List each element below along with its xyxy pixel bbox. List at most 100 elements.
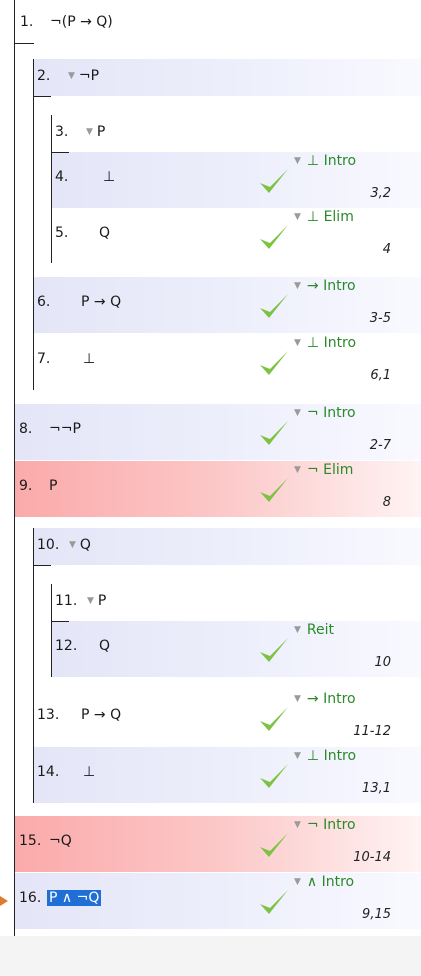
- rule-references[interactable]: 6,1: [370, 368, 391, 383]
- dropdown-triangle-icon[interactable]: ▼: [294, 694, 301, 704]
- formula[interactable]: ⊥: [83, 351, 95, 367]
- proof-line[interactable]: 13. P → Q ▼ → Intro 11-12: [33, 690, 421, 746]
- collapse-triangle-icon[interactable]: ▼: [68, 71, 75, 81]
- rule-selector[interactable]: ▼ ¬ Intro: [294, 817, 356, 833]
- line-number: 7.: [37, 351, 51, 367]
- proof-line[interactable]: 7. ⊥ ▼ ⊥ Intro 6,1: [33, 334, 421, 390]
- collapse-triangle-icon[interactable]: ▼: [87, 596, 94, 606]
- formula[interactable]: ¬¬P: [49, 421, 81, 437]
- formula-selected[interactable]: P ∧ ¬Q: [47, 890, 102, 906]
- rule-references[interactable]: 9,15: [362, 907, 391, 922]
- rule-label: ∧ Intro: [306, 874, 355, 890]
- rule-label: ¬ Intro: [306, 817, 356, 833]
- dropdown-triangle-icon[interactable]: ▼: [294, 625, 301, 635]
- rule-selector[interactable]: ▼ ⊥ Intro: [294, 748, 356, 764]
- rule-selector[interactable]: ▼ ∧ Intro: [294, 874, 354, 890]
- check-icon: [260, 225, 288, 249]
- rule-label: Reit: [306, 622, 335, 638]
- dropdown-triangle-icon[interactable]: ▼: [294, 338, 301, 348]
- rule-references[interactable]: 11-12: [353, 724, 391, 739]
- rule-label: → Intro: [306, 691, 356, 707]
- line-number: 8.: [19, 421, 33, 437]
- rule-references[interactable]: 2-7: [370, 438, 391, 453]
- formula-text: Q: [79, 537, 91, 553]
- rule-selector[interactable]: ▼ ⊥ Elim: [294, 209, 354, 225]
- dropdown-triangle-icon[interactable]: ▼: [294, 156, 301, 166]
- dropdown-triangle-icon[interactable]: ▼: [294, 820, 301, 830]
- line-number: 6.: [37, 294, 51, 310]
- collapse-triangle-icon[interactable]: ▼: [69, 540, 76, 550]
- rule-selector[interactable]: ▼ ¬ Intro: [294, 405, 356, 421]
- formula[interactable]: P → Q: [81, 707, 121, 723]
- line-number: 1.: [20, 14, 34, 30]
- proof-line[interactable]: 1. ¬(P → Q): [14, 3, 421, 43]
- check-icon: [260, 707, 288, 731]
- rule-selector[interactable]: ▼ ⊥ Intro: [294, 335, 356, 351]
- line-number: 5.: [55, 225, 69, 241]
- formula[interactable]: ▼ P: [87, 593, 106, 609]
- proof-line[interactable]: 5. Q ▼ ⊥ Elim 4: [51, 208, 421, 264]
- rule-label: ¬ Intro: [306, 405, 356, 421]
- rule-references[interactable]: 10: [374, 655, 391, 670]
- proof-line[interactable]: 12. Q ▼ Reit 10: [51, 621, 421, 677]
- focus-arrow-icon: [0, 896, 8, 906]
- formula[interactable]: ¬Q: [49, 833, 72, 849]
- proof-line[interactable]: 16. P ∧ ¬Q ▼ ∧ Intro 9,15: [14, 873, 421, 929]
- proof-line[interactable]: 6. P → Q ▼ → Intro 3-5: [33, 277, 421, 333]
- assumption-separator: [33, 565, 51, 566]
- proof-line[interactable]: 3. ▼ P: [51, 115, 421, 152]
- formula[interactable]: ▼ ¬P: [68, 68, 99, 84]
- proof-line[interactable]: 14. ⊥ ▼ ⊥ Intro 13,1: [33, 747, 421, 803]
- rule-references[interactable]: 10-14: [353, 850, 391, 865]
- line-number: 16.: [19, 890, 42, 906]
- subproof-scope-line: [33, 59, 34, 390]
- formula-text: P: [96, 124, 106, 140]
- proof-line[interactable]: 2. ▼ ¬P: [33, 59, 421, 96]
- dropdown-triangle-icon[interactable]: ▼: [294, 877, 301, 887]
- collapse-triangle-icon[interactable]: ▼: [86, 127, 93, 137]
- line-number: 4.: [55, 169, 69, 185]
- formula[interactable]: Q: [99, 638, 110, 654]
- rule-references[interactable]: 13,1: [362, 781, 391, 796]
- dropdown-triangle-icon[interactable]: ▼: [294, 212, 301, 222]
- rule-references[interactable]: 8: [383, 495, 391, 510]
- formula[interactable]: ¬(P → Q): [50, 14, 113, 30]
- dropdown-triangle-icon[interactable]: ▼: [294, 465, 301, 475]
- proof-line[interactable]: 9. P ▼ ¬ Elim 8: [14, 461, 421, 517]
- line-number: 10.: [37, 537, 60, 553]
- rule-selector[interactable]: ▼ ⊥ Intro: [294, 153, 356, 169]
- subproof-scope-line: [33, 528, 34, 803]
- formula[interactable]: ▼ Q: [69, 537, 91, 553]
- proof-line[interactable]: 15. ¬Q ▼ ¬ Intro 10-14: [14, 816, 421, 872]
- subproof-scope-line: [51, 115, 52, 263]
- rule-label: ⊥ Intro: [306, 335, 357, 351]
- proof-line[interactable]: 4. ⊥ ▼ ⊥ Intro 3,2: [51, 152, 421, 208]
- check-icon: [260, 351, 288, 375]
- dropdown-triangle-icon[interactable]: ▼: [294, 281, 301, 291]
- formula[interactable]: ▼ P: [86, 124, 105, 140]
- formula[interactable]: P: [49, 478, 57, 494]
- formula[interactable]: Q: [99, 225, 110, 241]
- rule-references[interactable]: 3-5: [370, 311, 391, 326]
- check-icon: [260, 169, 288, 193]
- formula[interactable]: P → Q: [81, 294, 121, 310]
- proof-line[interactable]: 11. ▼ P: [51, 584, 421, 621]
- dropdown-triangle-icon[interactable]: ▼: [294, 751, 301, 761]
- formula[interactable]: ⊥: [83, 764, 95, 780]
- proof-line[interactable]: 10. ▼ Q: [33, 528, 421, 565]
- proof-line[interactable]: 8. ¬¬P ▼ ¬ Intro 2-7: [14, 404, 421, 460]
- line-number: 15.: [19, 833, 42, 849]
- assumption-separator: [51, 152, 69, 153]
- rule-selector[interactable]: ▼ → Intro: [294, 691, 356, 707]
- check-icon: [260, 638, 288, 662]
- rule-selector[interactable]: ▼ ¬ Elim: [294, 462, 353, 478]
- rule-references[interactable]: 4: [383, 242, 391, 257]
- dropdown-triangle-icon[interactable]: ▼: [294, 408, 301, 418]
- rule-selector[interactable]: ▼ Reit: [294, 622, 334, 638]
- rule-selector[interactable]: ▼ → Intro: [294, 278, 356, 294]
- check-icon: [260, 294, 288, 318]
- proof-scope-line: [14, 0, 15, 936]
- formula[interactable]: ⊥: [103, 169, 115, 185]
- rule-references[interactable]: 3,2: [370, 186, 391, 201]
- rule-label: ¬ Elim: [306, 462, 354, 478]
